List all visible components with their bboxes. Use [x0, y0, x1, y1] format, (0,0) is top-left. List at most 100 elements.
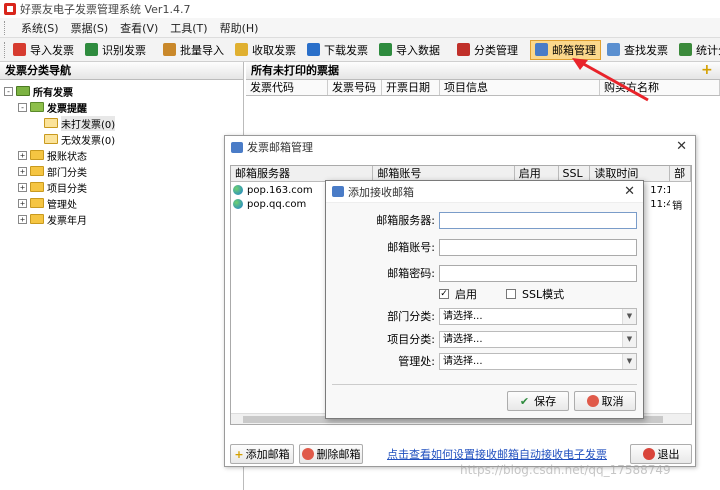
account-label: 邮箱账号: [387, 241, 435, 254]
add-plus-icon[interactable]: + [701, 63, 713, 77]
mailbox-dialog-title: 发票邮箱管理 [247, 141, 313, 154]
exit-button[interactable]: 退出 [630, 444, 692, 464]
ssl-checkbox[interactable] [506, 289, 516, 299]
col-ssl[interactable]: SSL [559, 166, 591, 181]
check-icon: ✔ [519, 394, 530, 408]
nav-tree: - 所有发票 - 发票提醒 未打发票(0) 无效发票(0) + 报账状态 + 部门分类 + 项目分类 +… [0, 80, 243, 227]
col-invoice-number[interactable]: 发票号码 [328, 80, 382, 95]
password-input[interactable] [439, 264, 637, 282]
expand-icon[interactable]: + [18, 166, 27, 176]
toolbar-button-label: 批量导入 [180, 43, 224, 57]
nav-title: 发票分类导航 [0, 62, 243, 80]
ssl-label: SSL模式 [522, 288, 565, 301]
mailbox-dialog-footer: + 添加邮箱 删除邮箱 点击查看如何设置接收邮箱自动接收电子发票 退出 [225, 438, 695, 466]
find-invoice-icon [607, 43, 620, 56]
exit-label: 退出 [657, 448, 680, 461]
tree-item-label: 部门分类 [47, 167, 87, 179]
menu-tools[interactable]: 工具(T) [164, 20, 213, 36]
folder-icon [30, 198, 44, 208]
expand-icon[interactable]: + [18, 150, 27, 160]
dept-row: 部门分类: 请选择... ▼ [326, 307, 643, 325]
tree-item[interactable]: - 发票提醒 [4, 99, 243, 115]
password-label: 邮箱密码: [387, 267, 435, 280]
tree-item[interactable]: + 发票年月 [4, 211, 243, 227]
toolbar-button-label: 导入数据 [396, 43, 440, 57]
add-mailbox-button[interactable]: + 添加邮箱 [230, 444, 294, 464]
globe-icon [233, 199, 243, 209]
tree-item[interactable]: + 管理处 [4, 195, 243, 211]
delete-mailbox-label: 删除邮箱 [316, 448, 361, 461]
tree-item[interactable]: - 所有发票 [4, 83, 243, 99]
toolbar-button-batch-import[interactable]: 批量导入 [158, 40, 229, 60]
options-row: ✓ 启用 SSL模式 [326, 285, 643, 303]
col-department[interactable]: 部 [670, 166, 691, 181]
batch-import-icon [163, 43, 176, 56]
ssl-checkbox-group[interactable]: SSL模式 [506, 286, 564, 302]
account-row: 邮箱账号: [326, 238, 643, 256]
dept-label: 部门分类: [387, 310, 435, 323]
nav-pane: 发票分类导航 - 所有发票 - 发票提醒 未打发票(0) 无效发票(0) + 报账状态 + 部门分… [0, 62, 244, 490]
menu-invoices[interactable]: 票据(S) [65, 20, 115, 36]
menu-help[interactable]: 帮助(H) [214, 20, 265, 36]
delete-mailbox-button[interactable]: 删除邮箱 [299, 444, 363, 464]
tree-item[interactable]: + 报账状态 [4, 147, 243, 163]
tree-item[interactable]: 未打发票(0) [4, 115, 243, 131]
toolbar-button-recognize-invoice[interactable]: 识别发票 [80, 40, 151, 60]
app-logo-icon [4, 3, 16, 15]
project-row: 项目分类: 请选择... ▼ [326, 330, 643, 348]
tree-item[interactable]: + 部门分类 [4, 163, 243, 179]
tree-item-label: 管理处 [47, 199, 77, 211]
menu-view[interactable]: 查看(V) [114, 20, 164, 36]
recognize-invoice-icon [85, 43, 98, 56]
toolbar-button-download-invoice[interactable]: 下载发票 [302, 40, 373, 60]
expand-icon[interactable]: + [18, 182, 27, 192]
tree-item[interactable]: + 项目分类 [4, 179, 243, 195]
col-enabled[interactable]: 启用 [515, 166, 559, 181]
col-invoice-code[interactable]: 发票代码 [246, 80, 328, 95]
toolbar-button-import-data[interactable]: 导入数据 [374, 40, 445, 60]
toolbar-button-label: 导入发票 [30, 43, 74, 57]
folder-icon [44, 134, 58, 144]
col-read-time[interactable]: 读取时间 [590, 166, 671, 181]
col-invoice-date[interactable]: 开票日期 [382, 80, 440, 95]
collapse-icon[interactable]: - [18, 102, 27, 112]
toolbar-button-import-invoice[interactable]: 导入发票 [8, 40, 79, 60]
server-input[interactable] [439, 211, 637, 229]
enabled-checkbox-group[interactable]: ✓ 启用 [439, 286, 477, 302]
menu-system[interactable]: 系统(S) [15, 20, 65, 36]
enabled-checkbox[interactable]: ✓ [439, 289, 449, 299]
tree-item[interactable]: 无效发票(0) [4, 131, 243, 147]
toolbar-grip [4, 41, 5, 58]
folder-icon [30, 102, 44, 112]
menu-grip [4, 20, 7, 35]
mgmt-select[interactable]: 请选择... ▼ [439, 352, 637, 370]
tree-item-label: 未打发票(0) [61, 115, 116, 131]
chevron-down-icon: ▼ [622, 353, 636, 369]
toolbar-button-statistics[interactable]: 统计分析 [674, 40, 720, 60]
save-label: 保存 [534, 395, 557, 408]
dept-select[interactable]: 请选择... ▼ [439, 307, 637, 325]
folder-icon [44, 118, 58, 128]
toolbar-button-label: 下载发票 [324, 43, 368, 57]
save-button[interactable]: ✔ 保存 [507, 391, 569, 411]
add-dialog-close-icon[interactable]: ✕ [624, 184, 635, 199]
expand-icon[interactable]: + [18, 198, 27, 208]
account-input[interactable] [439, 238, 637, 256]
mailbox-dialog-close-icon[interactable]: ✕ [676, 139, 687, 154]
tree-item-label: 所有发票 [33, 87, 73, 99]
toolbar-button-receive-invoice[interactable]: 收取发票 [230, 40, 301, 60]
add-mailbox-dialog: 添加接收邮箱 ✕ 邮箱服务器: 邮箱账号: 邮箱密码: ✓ 启用 SSL模式 部… [325, 180, 644, 419]
cancel-button[interactable]: 取消 [574, 391, 636, 411]
help-link[interactable]: 点击查看如何设置接收邮箱自动接收电子发票 [387, 446, 607, 462]
col-mail-server[interactable]: 邮箱服务器 [231, 166, 374, 181]
import-data-icon [379, 43, 392, 56]
project-label: 项目分类: [387, 333, 435, 346]
tree-item-label: 项目分类 [47, 183, 87, 195]
expand-icon[interactable]: + [18, 214, 27, 224]
mail-server-text: pop.163.com [247, 184, 313, 196]
collapse-icon[interactable]: - [4, 86, 13, 96]
toolbar-button-category[interactable]: 分类管理 [452, 40, 523, 60]
project-select[interactable]: 请选择... ▼ [439, 330, 637, 348]
col-mail-account[interactable]: 邮箱账号 [373, 166, 515, 181]
toolbar-button-label: 统计分析 [696, 43, 720, 57]
